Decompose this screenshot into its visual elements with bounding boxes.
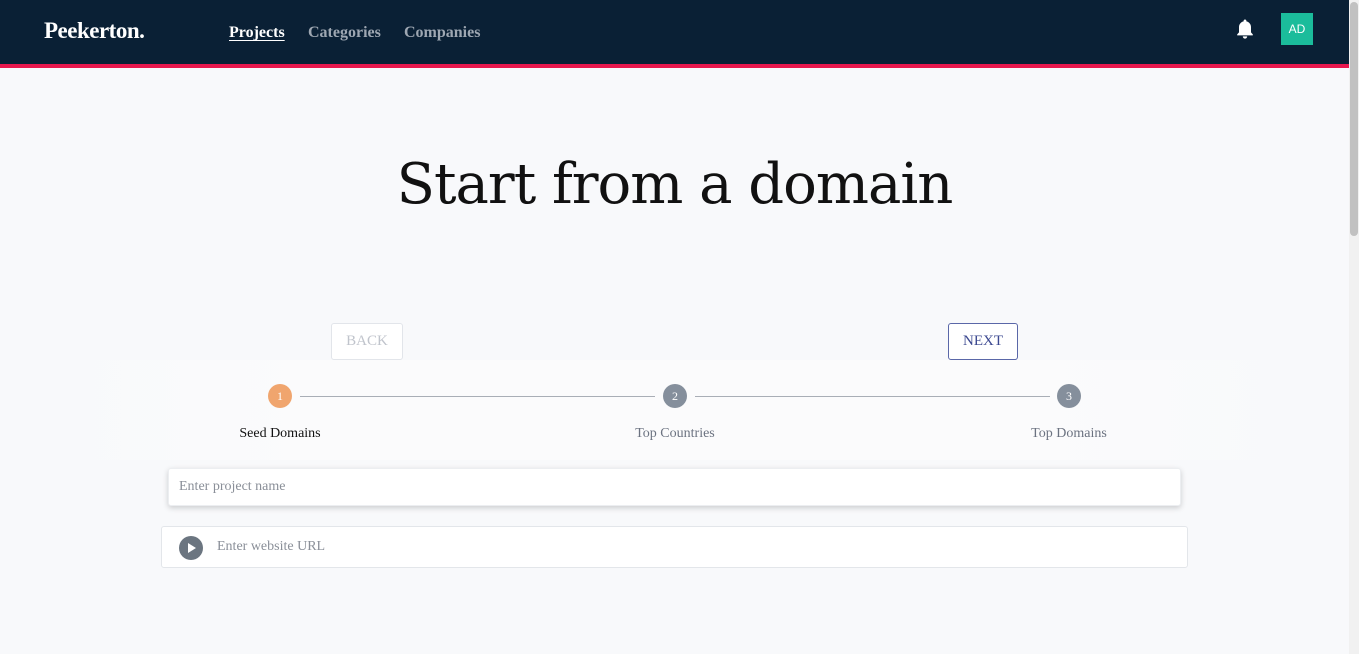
play-icon[interactable]: [179, 536, 203, 560]
nav-accent-bar: [0, 64, 1349, 68]
step-1-indicator[interactable]: 1: [268, 384, 292, 408]
avatar[interactable]: AD: [1281, 13, 1313, 45]
page-title: Start from a domain: [396, 152, 954, 217]
step-1-label[interactable]: Seed Domains: [180, 426, 380, 442]
back-button[interactable]: BACK: [331, 323, 403, 360]
step-3-label[interactable]: Top Domains: [969, 426, 1169, 442]
stepper: [60, 360, 1290, 460]
website-url-field: [161, 526, 1188, 568]
page-scrollbar[interactable]: [1349, 0, 1359, 654]
step-2-label[interactable]: Top Countries: [575, 426, 775, 442]
top-navbar: Peekerton. Projects Categories Companies…: [0, 0, 1349, 64]
website-url-input[interactable]: [217, 532, 1167, 562]
step-connector: [695, 396, 1050, 397]
next-button[interactable]: NEXT: [948, 323, 1018, 360]
step-2-indicator[interactable]: 2: [663, 384, 687, 408]
step-connector: [300, 396, 655, 397]
bell-icon[interactable]: [1235, 18, 1255, 40]
nav-link-projects[interactable]: Projects: [229, 24, 285, 42]
nav-link-companies[interactable]: Companies: [404, 24, 480, 42]
project-name-input[interactable]: [168, 468, 1181, 506]
step-3-indicator[interactable]: 3: [1057, 384, 1081, 408]
scrollbar-thumb[interactable]: [1350, 2, 1358, 236]
logo[interactable]: Peekerton.: [44, 18, 145, 44]
nav-link-categories[interactable]: Categories: [308, 24, 381, 42]
